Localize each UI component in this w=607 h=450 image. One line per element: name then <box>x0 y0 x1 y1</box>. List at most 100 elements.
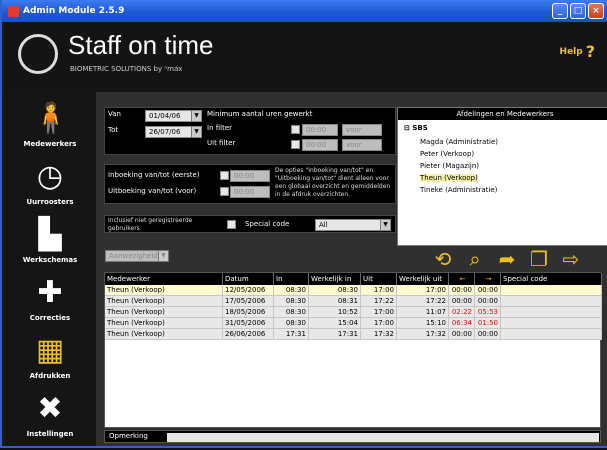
table-row[interactable]: Theun (Verkoop) 17/05/2006 08:30 08:31 17:22… <box>105 296 602 307</box>
column-header[interactable]: In <box>274 273 309 285</box>
tot-label: Tot <box>108 126 119 134</box>
logo-icon <box>18 34 58 74</box>
reset-icon[interactable]: ⟲ <box>432 247 454 271</box>
date-filter-panel: Van 01/04/06 ▼ Tot 26/07/06 ▼ Minimum aant… <box>104 107 396 155</box>
department-tree[interactable]: Afdelingen en Medewerkers ⊟ SBS Magda (A… <box>397 107 607 246</box>
chevron-down-icon[interactable]: ▼ <box>191 127 201 137</box>
inboeking-time[interactable]: 00:00 <box>230 170 270 182</box>
inboeking-checkbox[interactable] <box>220 171 229 180</box>
table-cell: 17:31 <box>309 329 361 340</box>
table-cell: 18/05/2006 <box>223 307 274 318</box>
app-header: Staff on time BIOMETRIC SOLUTIONS by ⁿma… <box>4 22 607 92</box>
table-row[interactable]: Theun (Verkoop) 26/06/2006 17:31 17:31 17:32… <box>105 329 602 340</box>
uitboeking-checkbox[interactable] <box>220 187 229 196</box>
chevron-down-icon[interactable]: ▼ <box>380 220 390 230</box>
column-header[interactable]: Werkelijk uit <box>397 273 449 285</box>
uitboeking-time[interactable]: 00:00 <box>230 186 270 198</box>
table-cell: 08:31 <box>309 296 361 307</box>
inclusief-label: Inclusief niet geregistreerde gebruikers <box>108 217 193 232</box>
app-window: Admin Module 2.5.9 _ □ × Staff on time B… <box>0 0 607 448</box>
copy-icon[interactable]: ❐ <box>528 247 550 271</box>
table-cell: 01:50 <box>475 318 501 329</box>
in-filter-time[interactable]: 00:00 <box>302 124 338 136</box>
exit-icon[interactable]: ⇨ <box>560 247 582 271</box>
tree-item[interactable]: Magda (Administratie) <box>420 138 498 146</box>
in-filter-checkbox[interactable] <box>291 125 300 134</box>
column-header[interactable]: → <box>475 273 501 285</box>
table-cell: 08:30 <box>274 307 309 318</box>
tot-date-field[interactable]: 26/07/06 ▼ <box>145 126 202 138</box>
options-panel: Inclusief niet geregistreerde gebruikers… <box>104 215 396 233</box>
table-cell: 17:00 <box>361 307 397 318</box>
table-cell: 08:30 <box>274 285 309 296</box>
maximize-button[interactable]: □ <box>570 3 586 19</box>
tree-root[interactable]: ⊟ SBS <box>404 124 428 132</box>
sidebar-item-label: Medewerkers <box>23 140 77 148</box>
column-header[interactable]: Datum <box>223 273 274 285</box>
brand-name: Staff on time <box>68 30 214 60</box>
search-icon[interactable]: ⌕ <box>464 247 486 271</box>
title-bar[interactable]: Admin Module 2.5.9 _ □ × <box>2 0 607 22</box>
table-cell: 00:00 <box>449 296 475 307</box>
column-header[interactable]: Uit <box>361 273 397 285</box>
close-button[interactable]: × <box>588 3 604 19</box>
table-cell: 00:00 <box>475 329 501 340</box>
tree-item[interactable]: Peter (Verkoop) <box>420 150 474 158</box>
tools-icon: ✖ <box>37 391 63 426</box>
table-cell: Theun (Verkoop) <box>105 329 223 340</box>
person-icon: 🧍 <box>32 101 70 136</box>
table-cell: 11:07 <box>397 307 449 318</box>
table-row[interactable]: Theun (Verkoop) 12/05/2006 08:30 08:30 17:00… <box>105 285 602 296</box>
status-bar: Opmerking <box>104 430 601 443</box>
inboeking-label: Inboeking van/tot (eerste) <box>108 171 200 179</box>
column-header[interactable]: Special code <box>501 273 602 285</box>
table-cell: 08:30 <box>274 296 309 307</box>
aanwezigheid-select[interactable]: Aanwezigheid ▼ <box>105 250 169 262</box>
table-cell: Theun (Verkoop) <box>105 307 223 318</box>
table-cell <box>501 318 602 329</box>
chevron-down-icon[interactable]: ▼ <box>191 111 201 121</box>
uit-filter-select[interactable]: voor <box>342 139 382 151</box>
opmerking-field[interactable] <box>167 433 599 442</box>
tree-item-selected[interactable]: Theun (Verkoop) <box>420 174 478 182</box>
inclusief-checkbox[interactable] <box>227 220 236 229</box>
table-cell: 15:04 <box>309 318 361 329</box>
table-row[interactable]: Theun (Verkoop) 31/05/2006 08:30 15:04 17:00… <box>105 318 602 329</box>
table-cell: 00:00 <box>475 296 501 307</box>
help-button[interactable]: Help ? <box>560 42 595 61</box>
special-code-label: Special code <box>245 220 290 228</box>
tree-item[interactable]: Tineke (Administratie) <box>420 186 497 194</box>
export-icon[interactable]: ➦ <box>496 247 518 271</box>
table-cell: 17:00 <box>361 285 397 296</box>
table-cell: 00:00 <box>449 285 475 296</box>
in-filter-select[interactable]: voor <box>342 124 382 136</box>
table-cell: 08:30 <box>274 318 309 329</box>
table-cell: 17/05/2006 <box>223 296 274 307</box>
column-header[interactable]: ← <box>449 273 475 285</box>
uit-filter-checkbox[interactable] <box>291 140 300 149</box>
uit-filter-label: Uit filter <box>207 139 236 147</box>
column-header[interactable]: Medewerker <box>105 273 223 285</box>
special-code-select[interactable]: All ▼ <box>315 219 391 231</box>
uit-filter-time[interactable]: 00:00 <box>302 139 338 151</box>
help-label: Help <box>559 46 583 57</box>
van-date-field[interactable]: 01/04/06 ▼ <box>145 110 202 122</box>
app-icon <box>8 5 19 17</box>
sidebar-item-instellingen[interactable]: ✖ Instellingen <box>4 382 96 450</box>
clock-icon: ◷ <box>36 159 64 194</box>
action-toolbar: ⟲ ⌕ ➦ ❐ ⇨ <box>432 247 582 271</box>
first-aid-icon: ✚ <box>37 275 63 310</box>
table-cell: 08:30 <box>309 285 361 296</box>
table-cell: 31/05/2006 <box>223 318 274 329</box>
chevron-down-icon[interactable]: ▼ <box>158 251 168 261</box>
main-area: Van 01/04/06 ▼ Tot 26/07/06 ▼ Minimum aant… <box>96 92 607 446</box>
column-header[interactable]: Werkelijk in <box>309 273 361 285</box>
minimize-button[interactable]: _ <box>552 3 568 19</box>
table-cell <box>501 307 602 318</box>
factory-icon: ▙ <box>38 217 62 252</box>
booking-note: De opties "Inboeking van/tot" en "Uitboe… <box>275 167 391 198</box>
window-title: Admin Module 2.5.9 <box>23 6 125 16</box>
table-row[interactable]: Theun (Verkoop) 18/05/2006 08:30 10:52 17:00… <box>105 307 602 318</box>
chart-icon: ▦ <box>35 333 65 368</box>
tree-item[interactable]: Pieter (Magazijn) <box>420 162 479 170</box>
